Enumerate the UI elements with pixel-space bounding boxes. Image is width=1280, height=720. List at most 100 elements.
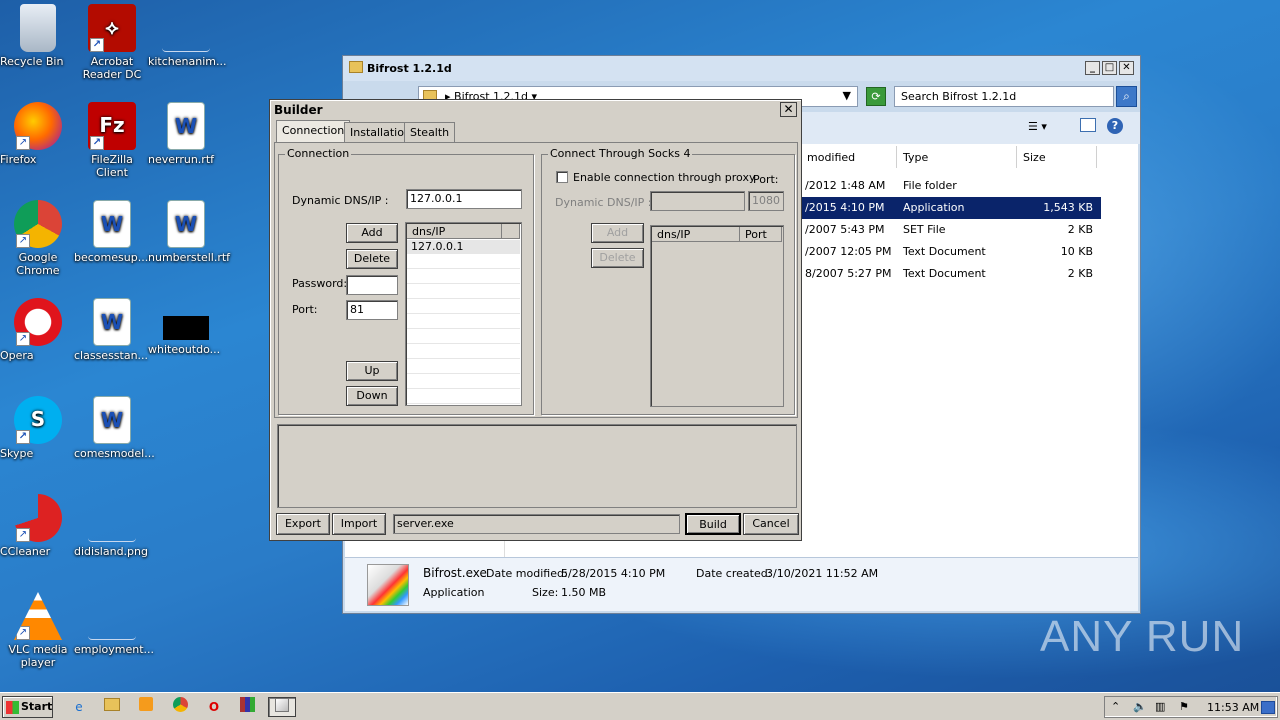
socks-list-header-port[interactable]: Port <box>740 227 782 242</box>
socks-add-button[interactable]: Add <box>591 223 644 243</box>
explorer-taskbar-icon[interactable] <box>101 697 123 717</box>
network-icon[interactable]: ▥ <box>1155 700 1165 713</box>
desktop-icon[interactable]: ↗ Firefox <box>0 102 76 166</box>
clock[interactable]: 11:53 AM <box>1207 701 1259 714</box>
volume-icon[interactable]: 🔈 <box>1133 700 1147 713</box>
column-size[interactable]: Size <box>1017 146 1097 168</box>
table-row[interactable]: /2015 4:10 PM Application 1,543 KB <box>801 197 1101 219</box>
desktop-icon[interactable]: ↗ Opera <box>0 298 76 362</box>
proxy-checkbox[interactable] <box>556 171 568 183</box>
dns-list[interactable]: dns/IP 127.0.0.1 <box>405 222 522 406</box>
column-type[interactable]: Type <box>897 146 1017 168</box>
list-item[interactable]: 127.0.0.1 <box>407 240 520 254</box>
desktop-icon[interactable]: Fz ↗ FileZilla Client <box>74 102 150 179</box>
add-button[interactable]: Add <box>346 223 398 243</box>
tab-stealth[interactable]: Stealth <box>404 122 456 142</box>
close-icon[interactable]: ✕ <box>780 102 797 117</box>
cell-date: 8/2007 5:27 PM <box>805 267 892 280</box>
search-input[interactable]: Search Bifrost 1.2.1d <box>894 86 1114 107</box>
desktop-icon[interactable]: ↗ Google Chrome <box>0 200 76 277</box>
winrar-icon[interactable] <box>236 697 258 717</box>
desktop-icon-label: classesstan... <box>74 349 149 362</box>
minimize-button[interactable]: _ <box>1085 61 1100 75</box>
list-item[interactable] <box>407 345 520 359</box>
desktop-icon[interactable]: Wbecomesup... <box>74 200 150 264</box>
search-icon[interactable]: ⌕ <box>1116 86 1137 107</box>
close-button[interactable]: ✕ <box>1119 61 1134 75</box>
desktop-icon[interactable]: Wneverrun.rtf <box>148 102 224 166</box>
cell-type: File folder <box>903 179 957 192</box>
socks-list[interactable]: dns/IP Port <box>650 225 784 407</box>
desktop-icon[interactable]: Wclassesstan... <box>74 298 150 362</box>
list-item[interactable] <box>407 315 520 329</box>
cancel-button[interactable]: Cancel <box>743 513 799 535</box>
tab-connection[interactable]: Connection <box>276 120 351 142</box>
table-row[interactable]: /2007 12:05 PM Text Document 10 KB <box>801 241 1101 263</box>
start-button[interactable]: Start <box>2 696 53 718</box>
desktop-icon[interactable]: S ↗ Skype <box>0 396 76 460</box>
list-item[interactable] <box>407 330 520 344</box>
list-item[interactable] <box>407 270 520 284</box>
export-button[interactable]: Export <box>276 513 330 535</box>
tab-panel: Connection Dynamic DNS/IP : 127.0.0.1 Ad… <box>274 142 798 418</box>
table-row[interactable]: 8/2007 5:27 PM Text Document 2 KB <box>801 263 1101 285</box>
desktop-icon[interactable]: ↗ CCleaner <box>0 494 76 558</box>
down-button[interactable]: Down <box>346 386 398 406</box>
password-input[interactable] <box>346 275 398 295</box>
delete-button[interactable]: Delete <box>346 249 398 269</box>
media-player-icon[interactable] <box>135 697 157 717</box>
list-item[interactable] <box>407 390 520 404</box>
desktop-icon[interactable]: employment... <box>74 592 154 656</box>
help-icon[interactable]: ? <box>1107 118 1123 134</box>
windows-logo-icon <box>6 701 19 714</box>
desktop-icon[interactable]: Wnumberstell.rtf <box>148 200 230 264</box>
dns-input[interactable]: 127.0.0.1 <box>406 189 522 209</box>
socks-dns-input[interactable] <box>650 191 745 211</box>
word-doc-icon: W <box>167 102 205 150</box>
output-filename-field[interactable]: server.exe <box>393 514 680 534</box>
port-input[interactable]: 81 <box>346 300 398 320</box>
bifrost-taskbar-icon[interactable] <box>268 697 296 717</box>
view-options-icon[interactable]: ☰ ▾ <box>1028 120 1047 133</box>
list-item[interactable] <box>407 300 520 314</box>
table-row[interactable]: /2007 5:43 PM SET File 2 KB <box>801 219 1101 241</box>
desktop-icon-label: neverrun.rtf <box>148 153 215 166</box>
proxy-checkbox-label[interactable]: Enable connection through proxy <box>573 171 755 184</box>
list-item[interactable] <box>407 375 520 389</box>
show-desktop-button[interactable] <box>1261 701 1275 714</box>
file-icon <box>88 610 136 640</box>
opera-taskbar-icon[interactable]: O <box>203 697 225 717</box>
desktop-icon-label: employment... <box>74 643 155 656</box>
explorer-titlebar[interactable]: Bifrost 1.2.1d _ □ ✕ <box>343 56 1140 81</box>
chrome-taskbar-icon[interactable] <box>169 697 191 717</box>
dns-list-header[interactable]: dns/IP <box>407 224 502 239</box>
maximize-button[interactable]: □ <box>1102 61 1117 75</box>
desktop-icon[interactable]: kitchenanim... <box>148 4 226 68</box>
desktop-icon-label: FileZilla Client <box>91 153 133 179</box>
list-item[interactable] <box>407 360 520 374</box>
image-file-icon <box>88 512 136 542</box>
desktop-icon[interactable]: Recycle Bin <box>0 4 76 68</box>
list-item[interactable] <box>407 285 520 299</box>
desktop-icon[interactable]: didisland.png <box>74 494 150 558</box>
socks-port-input[interactable]: 1080 <box>748 191 784 211</box>
desktop-icon[interactable]: ⟡ ↗ Acrobat Reader DC <box>74 4 150 81</box>
recycle-bin-icon <box>20 4 56 52</box>
ie-icon[interactable]: e <box>68 697 90 717</box>
chevron-down-icon[interactable]: ▼ <box>843 89 851 102</box>
table-row[interactable]: /2012 1:48 AM File folder <box>801 175 1101 197</box>
tray-expand-icon[interactable]: ⌃ <box>1111 700 1120 713</box>
desktop-icon[interactable]: Wcomesmodel... <box>74 396 155 460</box>
list-item[interactable] <box>407 255 520 269</box>
column-modified[interactable]: modified <box>801 146 897 168</box>
up-button[interactable]: Up <box>346 361 398 381</box>
build-button[interactable]: Build <box>685 513 741 535</box>
preview-pane-icon[interactable] <box>1080 118 1096 132</box>
action-center-icon[interactable]: ⚑ <box>1179 700 1189 713</box>
socks-list-header-dns[interactable]: dns/IP <box>652 227 740 242</box>
socks-delete-button[interactable]: Delete <box>591 248 644 268</box>
refresh-icon[interactable]: ⟳ <box>866 87 886 106</box>
desktop-icon[interactable]: whiteoutdo... <box>148 298 224 356</box>
import-button[interactable]: Import <box>332 513 386 535</box>
desktop-icon[interactable]: ↗ VLC media player <box>0 592 76 669</box>
